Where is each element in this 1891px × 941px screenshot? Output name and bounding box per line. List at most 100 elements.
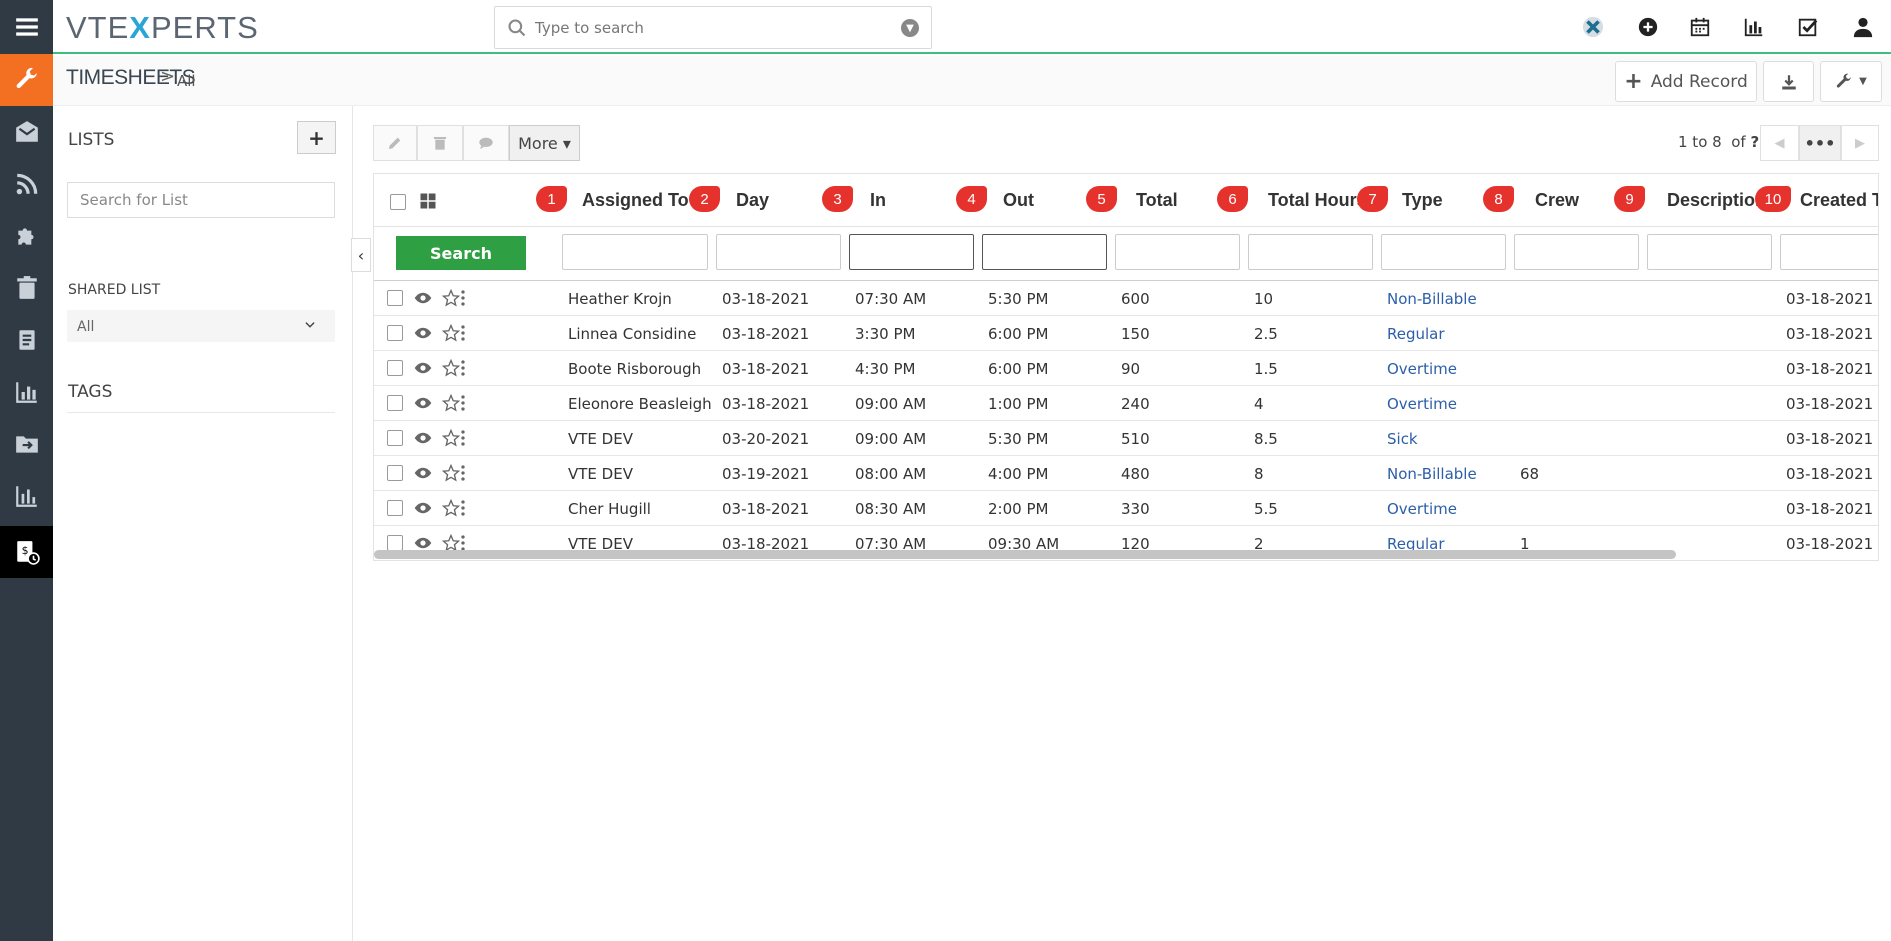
hamburger-menu-icon[interactable]: [0, 1, 53, 53]
table-row[interactable]: Heather Krojn 03-18-2021 07:30 AM 5:30 P…: [374, 281, 1878, 316]
wrench-icon[interactable]: [0, 54, 53, 106]
eye-icon[interactable]: [414, 359, 432, 377]
select-all-checkbox[interactable]: [390, 194, 406, 210]
cell-assigned-to[interactable]: Cher Hugill: [568, 500, 651, 518]
global-search-input[interactable]: [535, 15, 885, 41]
vtexperts-x-icon[interactable]: [1578, 12, 1608, 42]
task-check-icon[interactable]: [1793, 12, 1823, 42]
calendar-icon[interactable]: [1685, 12, 1715, 42]
column-header-in[interactable]: In: [870, 190, 886, 211]
module-title[interactable]: TIMESHEETS: [66, 66, 196, 90]
horizontal-scrollbar[interactable]: [374, 550, 1676, 559]
settings-wrench-button[interactable]: ▼: [1820, 61, 1882, 102]
eye-icon[interactable]: [414, 429, 432, 447]
more-vertical-icon[interactable]: [454, 289, 472, 307]
table-row[interactable]: Linnea Considine 03-18-2021 3:30 PM 6:00…: [374, 316, 1878, 351]
cell-assigned-to[interactable]: VTE DEV: [568, 430, 633, 448]
cell-type[interactable]: Sick: [1387, 430, 1418, 448]
row-checkbox[interactable]: [387, 325, 403, 341]
prev-page-button[interactable]: ◀: [1760, 125, 1799, 161]
filter-out-input[interactable]: [982, 234, 1107, 270]
list-search-input[interactable]: [67, 182, 335, 218]
cell-assigned-to[interactable]: Linnea Considine: [568, 325, 696, 343]
table-row[interactable]: Boote Risborough 03-18-2021 4:30 PM 6:00…: [374, 351, 1878, 386]
column-header-assigned-to[interactable]: Assigned To: [582, 190, 689, 211]
more-vertical-icon[interactable]: [454, 359, 472, 377]
filter-in-input[interactable]: [849, 234, 974, 270]
reports-icon[interactable]: [0, 470, 53, 522]
filter-day-input[interactable]: [716, 234, 841, 270]
bar-chart-icon[interactable]: [1739, 12, 1769, 42]
cell-assigned-to[interactable]: VTE DEV: [568, 465, 633, 483]
vtexperts-logo[interactable]: VTEXPERTS: [66, 10, 259, 46]
mail-icon[interactable]: [0, 106, 53, 158]
more-vertical-icon[interactable]: [454, 429, 472, 447]
table-row[interactable]: Eleonore Beasleigh 03-18-2021 09:00 AM 1…: [374, 386, 1878, 421]
collapse-panel-button[interactable]: ‹: [351, 238, 371, 272]
puzzle-icon[interactable]: [0, 210, 53, 262]
filter-crew-input[interactable]: [1514, 234, 1639, 270]
add-circle-icon[interactable]: [1633, 12, 1663, 42]
more-vertical-icon[interactable]: [454, 394, 472, 412]
table-row[interactable]: VTE DEV 03-20-2021 09:00 AM 5:30 PM 510 …: [374, 421, 1878, 456]
cell-type[interactable]: Regular: [1387, 325, 1445, 343]
filter-type-input[interactable]: [1381, 234, 1506, 270]
column-header-crew[interactable]: Crew: [1535, 190, 1579, 211]
filter-total-input[interactable]: [1115, 234, 1240, 270]
column-header-description[interactable]: Description: [1667, 190, 1766, 211]
filter-created-time-input[interactable]: [1780, 234, 1878, 270]
cell-type[interactable]: Overtime: [1387, 360, 1457, 378]
cell-assigned-to[interactable]: Boote Risborough: [568, 360, 701, 378]
edit-button[interactable]: [373, 125, 417, 161]
column-header-out[interactable]: Out: [1003, 190, 1034, 211]
eye-icon[interactable]: [414, 499, 432, 517]
filter-total-hours-input[interactable]: [1248, 234, 1373, 270]
table-row[interactable]: VTE DEV 03-19-2021 08:00 AM 4:00 PM 480 …: [374, 456, 1878, 491]
column-header-type[interactable]: Type: [1402, 190, 1443, 211]
user-icon[interactable]: [1848, 12, 1878, 42]
add-record-button[interactable]: + Add Record: [1615, 61, 1757, 102]
filter-description-input[interactable]: [1647, 234, 1772, 270]
column-header-total-hours[interactable]: Total Hours: [1268, 190, 1367, 211]
download-button[interactable]: [1763, 61, 1814, 102]
eye-icon[interactable]: [414, 464, 432, 482]
row-checkbox[interactable]: [387, 500, 403, 516]
document-icon[interactable]: [0, 314, 53, 366]
row-checkbox[interactable]: [387, 360, 403, 376]
search-button[interactable]: Search: [396, 236, 526, 270]
row-checkbox[interactable]: [387, 395, 403, 411]
row-checkbox[interactable]: [387, 430, 403, 446]
cell-assigned-to[interactable]: Heather Krojn: [568, 290, 672, 308]
comment-button[interactable]: [463, 125, 509, 161]
table-row[interactable]: Cher Hugill 03-18-2021 08:30 AM 2:00 PM …: [374, 491, 1878, 526]
cell-type[interactable]: Non-Billable: [1387, 465, 1477, 483]
more-vertical-icon[interactable]: [454, 499, 472, 517]
search-dropdown-icon[interactable]: ▼: [901, 19, 919, 37]
timesheets-icon[interactable]: $: [0, 526, 53, 578]
eye-icon[interactable]: [414, 324, 432, 342]
row-checkbox[interactable]: [387, 535, 403, 551]
cell-type[interactable]: Overtime: [1387, 395, 1457, 413]
cell-type[interactable]: Overtime: [1387, 500, 1457, 518]
row-checkbox[interactable]: [387, 290, 403, 306]
bar-chart-icon[interactable]: [0, 366, 53, 418]
next-page-button[interactable]: ▶: [1841, 125, 1879, 161]
folder-export-icon[interactable]: [0, 418, 53, 470]
more-dropdown[interactable]: More ▾: [509, 125, 580, 161]
column-header-total[interactable]: Total: [1136, 190, 1178, 211]
rss-icon[interactable]: [0, 158, 53, 210]
shared-list-select[interactable]: All: [67, 310, 335, 342]
cell-assigned-to[interactable]: Eleonore Beasleigh: [568, 395, 712, 413]
filter-assigned-to-input[interactable]: [562, 234, 708, 270]
eye-icon[interactable]: [414, 289, 432, 307]
more-vertical-icon[interactable]: [454, 464, 472, 482]
trash-icon[interactable]: [0, 262, 53, 314]
more-vertical-icon[interactable]: [454, 324, 472, 342]
add-list-button[interactable]: +: [297, 121, 336, 154]
delete-button[interactable]: [417, 125, 463, 161]
column-header-created-time[interactable]: Created Ti: [1800, 190, 1878, 211]
grid-layout-icon[interactable]: [419, 192, 437, 210]
eye-icon[interactable]: [414, 394, 432, 412]
column-header-day[interactable]: Day: [736, 190, 769, 211]
row-checkbox[interactable]: [387, 465, 403, 481]
